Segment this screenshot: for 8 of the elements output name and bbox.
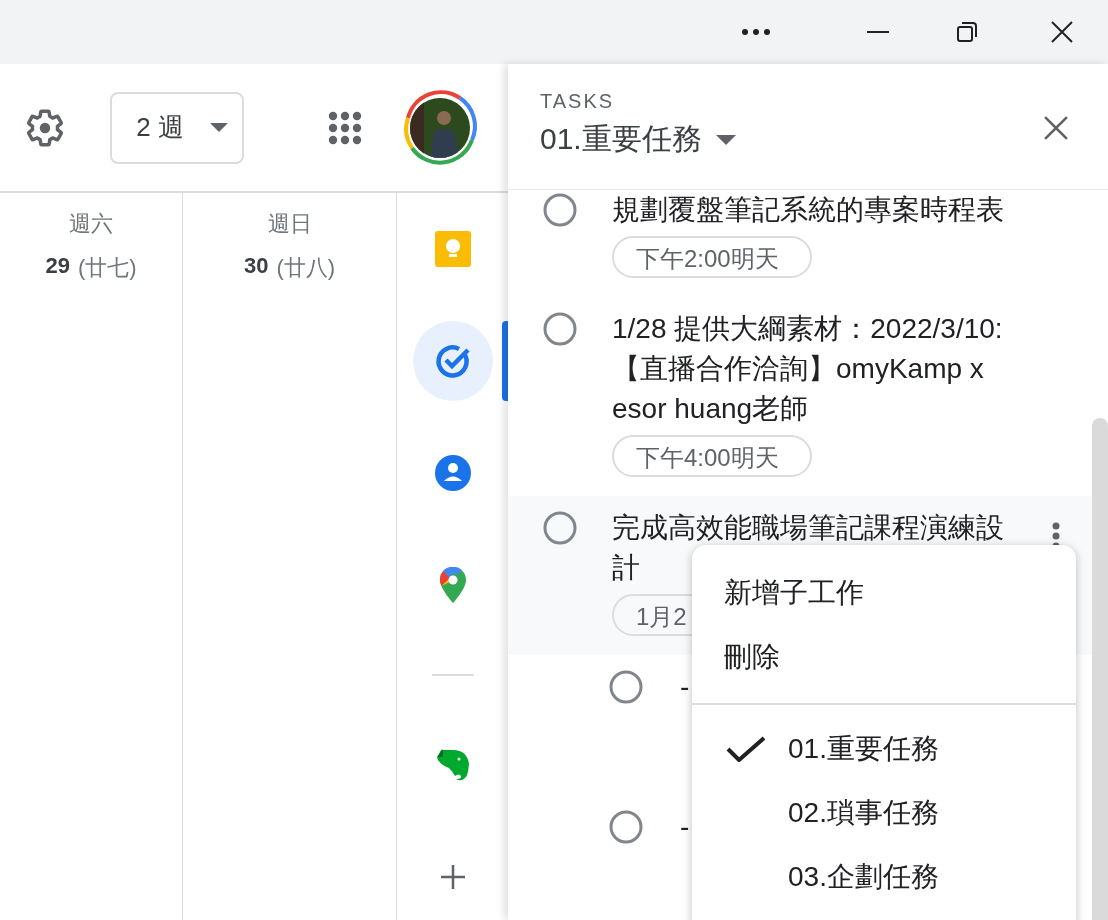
lunar-date: (廿八) bbox=[276, 254, 336, 282]
weekday-label: 週六 bbox=[69, 210, 113, 238]
lunar-date: (廿七) bbox=[77, 254, 137, 282]
list-name: 03.企劃任務 bbox=[788, 860, 939, 894]
list-name: 02.瑣事任務 bbox=[788, 796, 939, 830]
weekday-label: 週日 bbox=[267, 210, 312, 238]
list-name: 01.重要任務 bbox=[788, 732, 939, 766]
panel-heading: TASKS bbox=[540, 90, 615, 113]
